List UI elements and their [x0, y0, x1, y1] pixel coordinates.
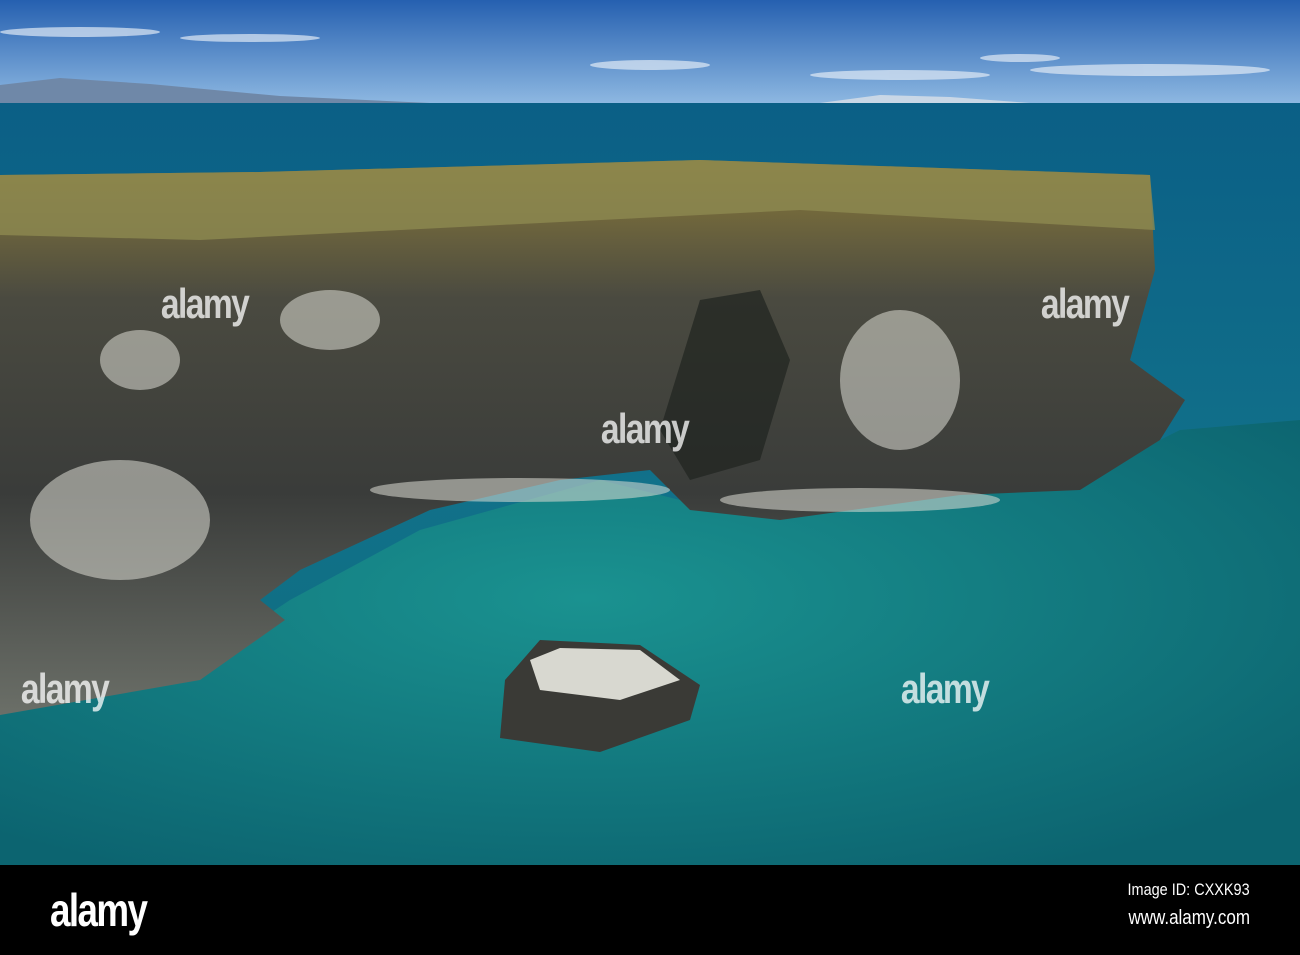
image-id: Image ID: CXXK93	[1127, 880, 1250, 899]
footer-bar: alamy Image ID: CXXK93 www.alamy.com	[0, 865, 1300, 955]
watermark: alamy	[900, 665, 990, 712]
website-link[interactable]: www.alamy.com	[1128, 907, 1250, 930]
watermark: alamy	[160, 280, 250, 327]
photo-frame: alamy alamy alamy alamy alamy alamy Imag…	[0, 0, 1300, 955]
watermark: alamy	[1040, 280, 1130, 327]
alamy-logo: alamy	[50, 884, 148, 936]
watermark: alamy	[20, 665, 110, 712]
watermark: alamy	[600, 405, 690, 452]
